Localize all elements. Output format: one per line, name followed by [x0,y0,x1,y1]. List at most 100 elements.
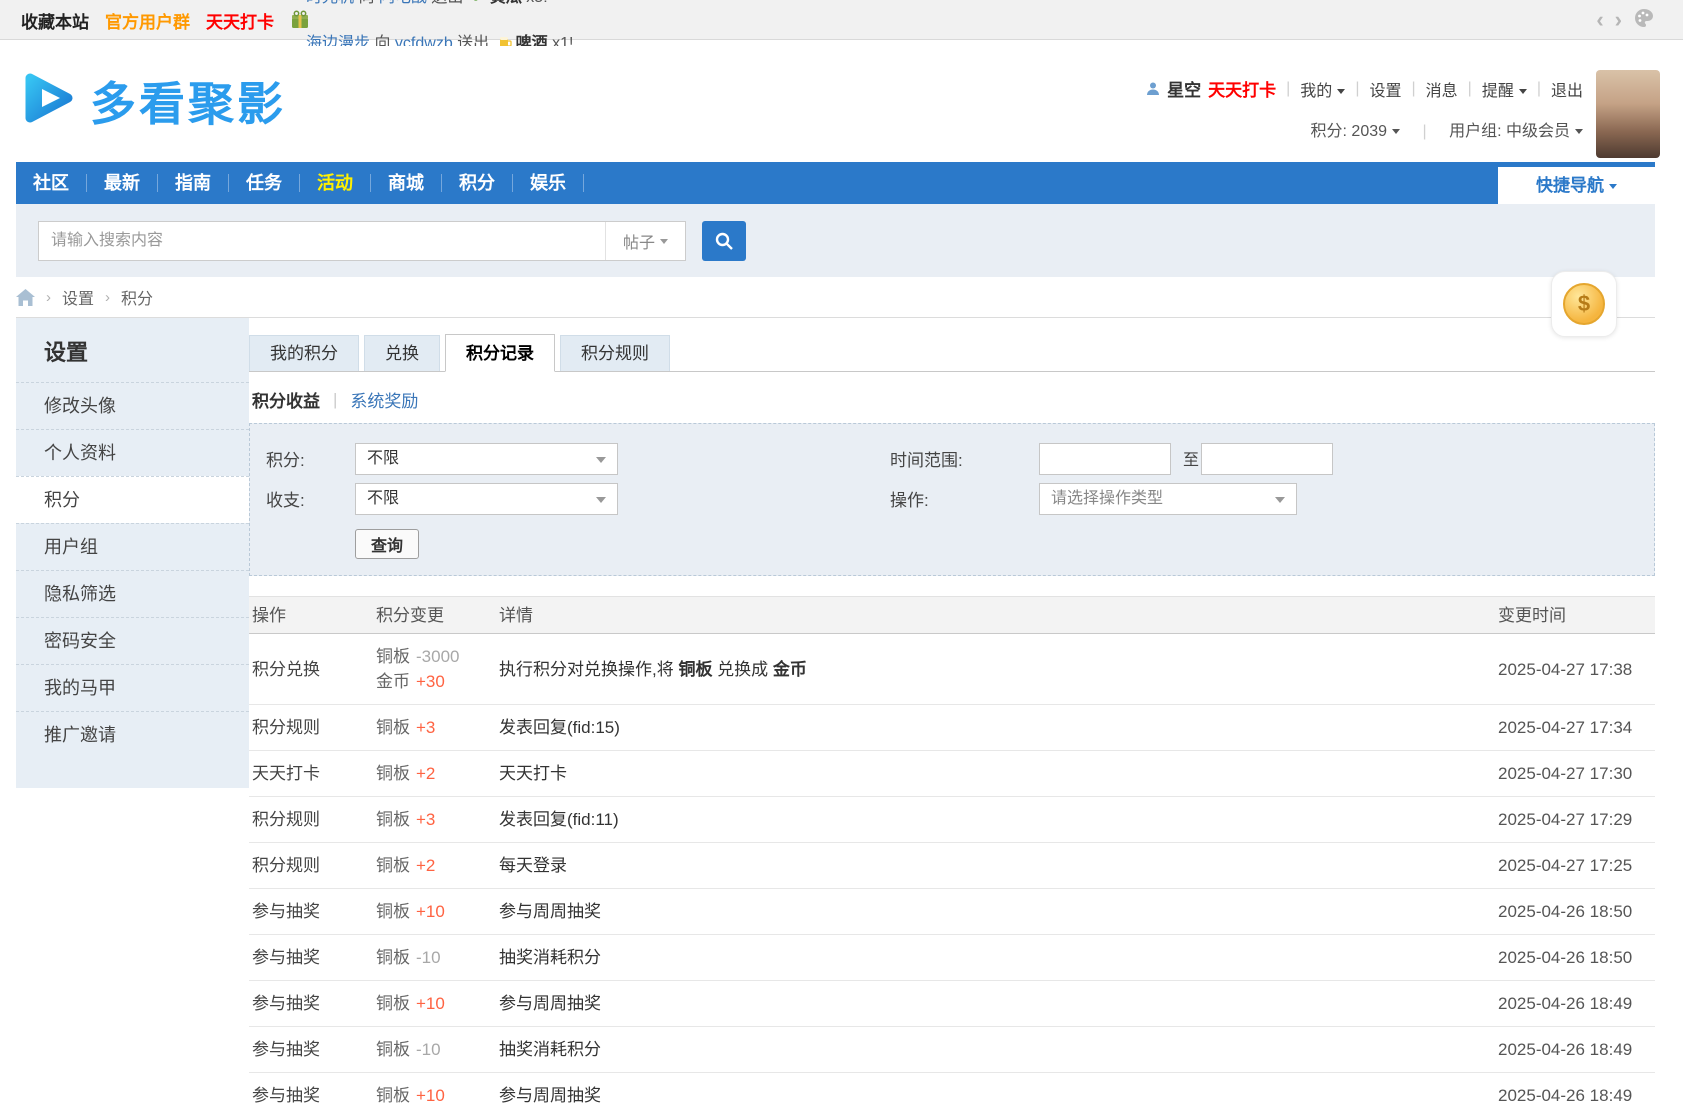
detail-cell: 参与周周抽奖 [496,1073,1495,1110]
home-icon[interactable] [16,289,35,306]
notice-prev-icon[interactable]: ‹ [1596,2,1603,38]
gift-notice-line: 时光机 向 闪电战 送出 黄瓜 x5! [306,0,548,15]
nav-item-5[interactable]: 活动 [300,162,370,204]
nav-item-6[interactable]: 商城 [371,162,441,204]
change-line: 铜板+2 [376,761,496,786]
daily-checkin-link[interactable]: 天天打卡 [206,8,274,33]
favorite-site-link[interactable]: 收藏本站 [21,8,89,33]
change-cell: 铜板-3000金币+30 [373,634,496,704]
credit-name: 铜板 [376,718,410,737]
user-icon [1145,81,1161,97]
user-menu-3[interactable]: 消息 [1426,77,1458,101]
site-logo[interactable]: 多看聚影 [16,66,286,135]
user-menu-2[interactable]: 设置 [1369,77,1401,101]
credit-value: +10 [416,902,445,921]
credit-name: 铜板 [376,1086,410,1105]
credit-name: 铜板 [376,902,410,921]
notice-receiver-link[interactable]: ycfdwzb [395,35,453,46]
points-float-widget[interactable]: $ [1551,271,1617,337]
time-cell: 2025-04-27 17:29 [1495,797,1655,842]
credit-name: 铜板 [376,764,410,783]
time-to-label: 至 [1183,445,1199,477]
table-row: 参与抽奖铜板-10抽奖消耗积分2025-04-26 18:50 [249,935,1655,981]
search-input[interactable] [39,222,605,260]
sidebar-item-3[interactable]: 积分 [16,476,249,523]
beer-icon [497,31,513,46]
sidebar-item-7[interactable]: 我的马甲 [16,664,249,711]
sidebar-title: 设置 [16,318,249,382]
notice-sender-link[interactable]: 时光机 [306,0,354,6]
user-avatar[interactable] [1596,70,1660,158]
username-link[interactable]: 星空 [1167,76,1201,101]
divider: | [1355,80,1359,98]
divider: | [1537,80,1541,98]
user-menu-4[interactable]: 提醒 [1482,77,1527,101]
theme-palette-icon[interactable] [1633,7,1655,34]
nav-item-4[interactable]: 任务 [229,162,299,204]
detail-text: 天天打卡 [499,764,567,783]
detail-cell: 参与周周抽奖 [496,889,1495,934]
topbar-links: 收藏本站 官方用户群 天天打卡 [21,0,310,40]
points-dropdown[interactable]: 积分: 2039 [1311,123,1401,140]
user-menu-5[interactable]: 退出 [1551,77,1583,101]
op-cell: 参与抽奖 [249,981,373,1026]
table-row: 参与抽奖铜板+10参与周周抽奖2025-04-26 18:50 [249,889,1655,935]
checkin-badge-link[interactable]: 天天打卡 [1208,76,1276,101]
sidebar-item-8[interactable]: 推广邀请 [16,711,249,758]
time-cell: 2025-04-26 18:50 [1495,935,1655,980]
credit-filter-select[interactable]: 不限 [355,443,618,475]
nav-item-3[interactable]: 指南 [158,162,228,204]
search-type-select[interactable]: 帖子 [605,222,685,260]
change-line: 铜板+10 [376,991,496,1016]
usergroup-dropdown[interactable]: 用户组: 中级会员 [1449,123,1583,140]
operation-type-select[interactable]: 请选择操作类型 [1039,483,1297,515]
search-button[interactable] [702,221,746,261]
change-cell: 铜板-10 [373,935,496,980]
sidebar-item-2[interactable]: 个人资料 [16,429,249,476]
detail-text: 参与周周抽奖 [499,902,601,921]
time-cell: 2025-04-27 17:30 [1495,751,1655,796]
notice-receiver-link[interactable]: 闪电战 [379,0,427,6]
nav-item-2[interactable]: 最新 [87,162,157,204]
official-group-link[interactable]: 官方用户群 [105,8,190,33]
change-line: 铜板+3 [376,807,496,832]
time-start-input[interactable] [1039,443,1171,475]
credit-subnav: 积分收益 | 系统奖励 [252,387,1655,412]
subnav-system-reward-link[interactable]: 系统奖励 [350,387,418,412]
detail-cell: 发表回复(fid:11) [496,797,1495,842]
op-cell: 积分规则 [249,705,373,750]
notice-tools: ‹ › [1596,0,1655,40]
table-header-time: 变更时间 [1495,597,1655,635]
balance-filter-select[interactable]: 不限 [355,483,618,515]
tab-3[interactable]: 积分记录 [445,334,555,372]
sidebar-item-6[interactable]: 密码安全 [16,617,249,664]
query-button[interactable]: 查询 [355,529,419,559]
sidebar-item-4[interactable]: 用户组 [16,523,249,570]
time-end-input[interactable] [1201,443,1333,475]
detail-cell: 发表回复(fid:15) [496,705,1495,750]
change-cell: 铜板+3 [373,797,496,842]
user-menu-1[interactable]: 我的 [1300,77,1345,101]
sidebar-item-5[interactable]: 隐私筛选 [16,570,249,617]
sidebar-item-1[interactable]: 修改头像 [16,382,249,429]
breadcrumb-credits[interactable]: 积分 [121,285,153,309]
tab-4[interactable]: 积分规则 [560,335,670,371]
credit-value: +30 [416,672,445,691]
tab-2[interactable]: 兑换 [364,335,440,371]
notice-next-icon[interactable]: › [1615,2,1622,38]
quick-nav-button[interactable]: 快捷导航 [1498,167,1655,204]
nav-item-1[interactable]: 社区 [16,162,86,204]
breadcrumb-settings[interactable]: 设置 [62,285,94,309]
table-header-change: 积分变更 [373,597,496,635]
detail-cell: 抽奖消耗积分 [496,1027,1495,1072]
subnav-income-tab[interactable]: 积分收益 [252,387,320,412]
tab-1[interactable]: 我的积分 [249,335,359,371]
credit-tabs: 我的积分兑换积分记录积分规则 [249,334,1655,372]
table-row: 积分规则铜板+2每天登录2025-04-27 17:25 [249,843,1655,889]
gift-notice-marquee[interactable]: 时光机 向 闪电战 送出 黄瓜 x5!海边漫步 向 ycfdwzb 送出 啤酒 … [306,0,766,46]
notice-sender-link[interactable]: 海边漫步 [306,35,370,46]
site-header: 多看聚影 星空 天天打卡 |我的|设置|消息|提醒|退出 积分: 2039 | … [16,40,1655,162]
nav-item-7[interactable]: 积分 [442,162,512,204]
table-row: 参与抽奖铜板-10抽奖消耗积分2025-04-26 18:49 [249,1027,1655,1073]
nav-item-8[interactable]: 娱乐 [513,162,583,204]
